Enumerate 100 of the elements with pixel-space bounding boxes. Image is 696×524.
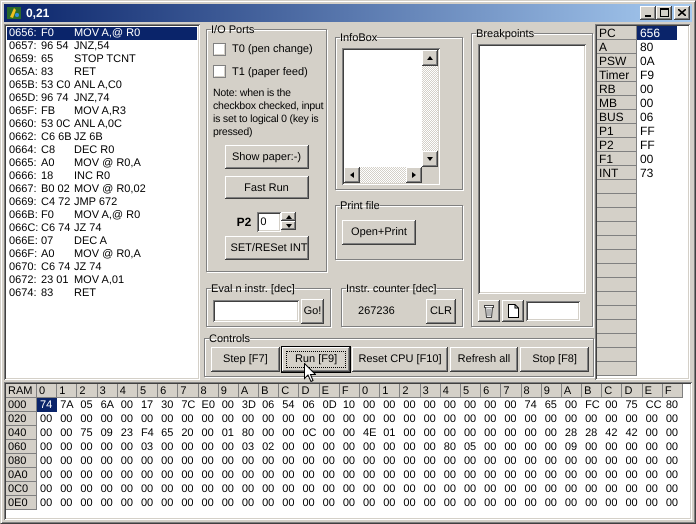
ram-cell[interactable]: 30 (158, 398, 178, 412)
ram-cell[interactable]: 00 (562, 412, 582, 426)
ram-cell[interactable]: 00 (178, 412, 198, 426)
control-button[interactable]: Stop [F8] (520, 346, 590, 372)
ram-cell[interactable]: 00 (198, 468, 219, 482)
ram-cell[interactable]: 00 (622, 496, 643, 510)
ram-cell[interactable]: 00 (662, 482, 683, 496)
ram-cell[interactable]: 00 (460, 412, 482, 426)
ram-cell[interactable]: 00 (37, 440, 58, 454)
ram-cell[interactable]: 00 (98, 440, 118, 454)
ram-cell[interactable]: 00 (562, 482, 582, 496)
ram-cell[interactable]: 00 (562, 398, 582, 412)
ram-cell[interactable]: 00 (37, 482, 58, 496)
ram-cell[interactable]: 00 (602, 454, 622, 468)
ram-cell[interactable]: 74 (37, 398, 58, 412)
ram-cell[interactable]: 00 (57, 412, 78, 426)
ram-cell[interactable]: 00 (320, 468, 340, 482)
ram-cell[interactable]: 00 (501, 440, 522, 454)
ram-cell[interactable]: 00 (340, 468, 360, 482)
code-line[interactable]: 066E: 07 DEC A (7, 234, 197, 248)
ram-cell[interactable]: 00 (501, 426, 522, 440)
ram-cell[interactable]: 00 (460, 426, 482, 440)
ram-cell[interactable]: 00 (299, 496, 320, 510)
ram-cell[interactable]: 00 (501, 398, 522, 412)
go-button[interactable]: Go! (301, 298, 324, 324)
ram-cell[interactable]: 00 (481, 496, 502, 510)
ram-cell[interactable]: 00 (501, 496, 522, 510)
ram-cell[interactable]: 00 (522, 440, 542, 454)
ram-cell[interactable]: 00 (501, 482, 522, 496)
register-value[interactable]: 80 (637, 40, 677, 54)
control-button[interactable]: Refresh all (450, 346, 518, 372)
ram-cell[interactable]: 00 (118, 412, 138, 426)
ram-cell[interactable]: 00 (279, 412, 300, 426)
ram-cell[interactable]: 00 (602, 440, 622, 454)
ram-cell[interactable]: 00 (400, 468, 421, 482)
ram-cell[interactable]: 00 (37, 426, 58, 440)
ram-cell[interactable]: 00 (420, 454, 441, 468)
ram-cell[interactable]: 00 (481, 482, 502, 496)
ram-cell[interactable]: 00 (279, 496, 300, 510)
ram-cell[interactable]: 6A (98, 398, 118, 412)
ram-cell[interactable]: 00 (218, 468, 239, 482)
ram-cell[interactable]: 00 (662, 440, 683, 454)
ram-cell[interactable]: 00 (158, 454, 178, 468)
ram-cell[interactable]: 54 (279, 398, 300, 412)
ram-cell[interactable]: 80 (440, 440, 461, 454)
ram-cell[interactable]: 00 (138, 482, 158, 496)
ram-cell[interactable]: 00 (198, 496, 219, 510)
code-line[interactable]: 0665: A0 MOV @ R0,A (7, 156, 197, 170)
ram-cell[interactable]: 00 (320, 496, 340, 510)
ram-cell[interactable]: 00 (118, 496, 138, 510)
ram-cell[interactable]: 00 (360, 412, 380, 426)
ram-cell[interactable]: 00 (602, 412, 622, 426)
code-line[interactable]: 0657: 96 54 JNZ,54 (7, 40, 197, 53)
ram-cell[interactable]: 00 (522, 412, 542, 426)
ram-cell[interactable]: 00 (259, 482, 280, 496)
ram-cell[interactable]: 00 (279, 454, 300, 468)
ram-cell[interactable]: 00 (481, 412, 502, 426)
ram-cell[interactable]: 03 (238, 440, 260, 454)
ram-cell[interactable]: 00 (440, 496, 461, 510)
ram-cell[interactable]: 00 (77, 440, 98, 454)
spin-up-button[interactable] (281, 212, 296, 222)
ram-cell[interactable]: 00 (400, 482, 421, 496)
code-line[interactable]: 0669: C4 72 JMP 672 (7, 196, 197, 209)
ram-cell[interactable]: 3D (238, 398, 260, 412)
ram-cell[interactable]: 00 (582, 482, 602, 496)
ram-cell[interactable]: 00 (642, 426, 663, 440)
ram-cell[interactable]: 00 (279, 482, 300, 496)
ram-cell[interactable]: 00 (138, 468, 158, 482)
ram-cell[interactable]: 00 (542, 482, 562, 496)
ram-cell[interactable]: 00 (400, 454, 421, 468)
ram-cell[interactable]: 00 (420, 440, 441, 454)
ram-cell[interactable]: 20 (178, 426, 198, 440)
ram-cell[interactable]: 00 (642, 454, 663, 468)
ram-cell[interactable]: 00 (320, 440, 340, 454)
ram-cell[interactable]: 00 (420, 468, 441, 482)
ram-cell[interactable]: 00 (522, 426, 542, 440)
ram-cell[interactable]: 05 (77, 398, 98, 412)
ram-cell[interactable]: 00 (542, 440, 562, 454)
ram-cell[interactable]: 00 (238, 496, 260, 510)
ram-cell[interactable]: 00 (218, 440, 239, 454)
ram-cell[interactable]: 00 (562, 496, 582, 510)
ram-cell[interactable]: 01 (218, 426, 239, 440)
register-value[interactable]: 656 (637, 26, 677, 40)
ram-cell[interactable]: 00 (57, 482, 78, 496)
code-line[interactable]: 066C: C6 74 JZ 74 (7, 222, 197, 235)
ram-cell[interactable]: CC (642, 398, 663, 412)
ram-cell[interactable]: 00 (420, 482, 441, 496)
ram-cell[interactable]: 00 (542, 468, 562, 482)
ram-cell[interactable]: 00 (622, 468, 643, 482)
ram-cell[interactable]: 01 (380, 426, 400, 440)
ram-cell[interactable]: 00 (460, 468, 482, 482)
ram-cell[interactable]: 02 (259, 440, 280, 454)
ram-cell[interactable]: 00 (158, 412, 178, 426)
ram-cell[interactable]: 00 (562, 468, 582, 482)
ram-cell[interactable]: 00 (440, 482, 461, 496)
ram-cell[interactable]: 75 (622, 398, 643, 412)
ram-cell[interactable]: 28 (582, 426, 602, 440)
code-line[interactable]: 0670: C6 74 JZ 74 (7, 260, 197, 274)
ram-cell[interactable]: 00 (279, 468, 300, 482)
ram-cell[interactable]: E0 (198, 398, 219, 412)
